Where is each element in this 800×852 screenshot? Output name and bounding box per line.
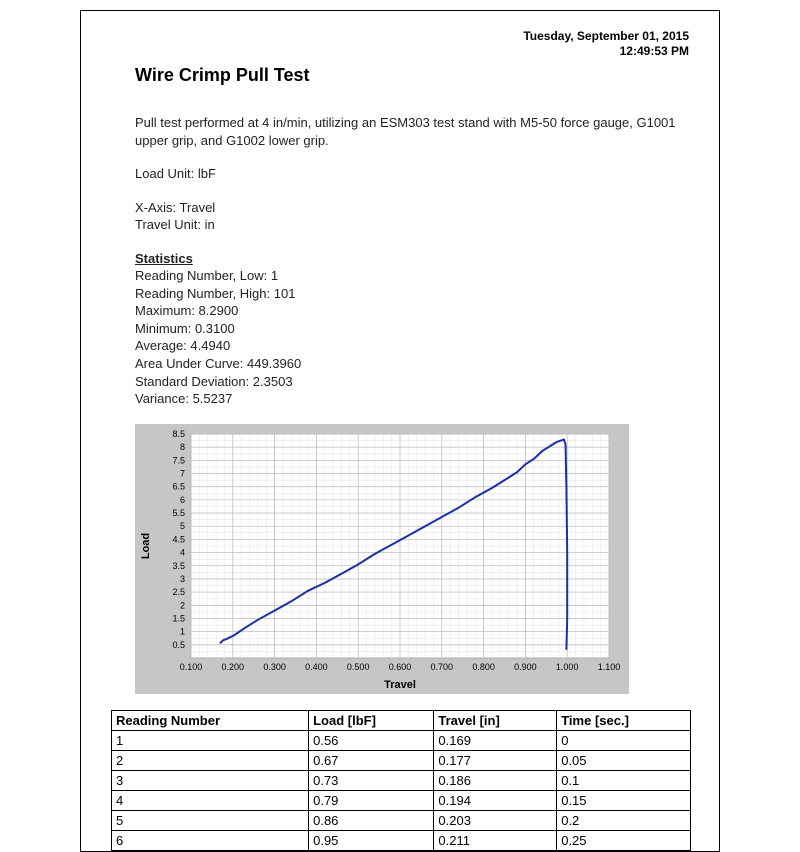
table-cell: 0.79: [309, 790, 434, 810]
table-cell: 0.86: [309, 810, 434, 830]
table-cell: 0.169: [434, 730, 557, 750]
table-cell: 6: [112, 830, 309, 850]
table-cell: 0: [557, 730, 691, 750]
time-line: 12:49:53 PM: [111, 44, 689, 59]
svg-text:5: 5: [180, 521, 185, 531]
stat-auc: Area Under Curve: 449.3960: [135, 355, 689, 373]
stat-reading-low: Reading Number, Low: 1: [135, 267, 689, 285]
chart-svg: 0.100 0.200 0.300 0.400 0.500 0.600 0.700 0.800…: [135, 424, 629, 694]
table-cell: 0.203: [434, 810, 557, 830]
table-cell: 0.211: [434, 830, 557, 850]
stat-variance: Variance: 5.5237: [135, 390, 689, 408]
table-row: 60.950.2110.25: [112, 830, 691, 850]
svg-text:4.5: 4.5: [172, 534, 185, 544]
table-cell: 0.56: [309, 730, 434, 750]
table-head: Reading Number Load [lbF] Travel [in] Ti…: [112, 710, 691, 730]
svg-text:2: 2: [180, 600, 185, 610]
statistics-block: Statistics Reading Number, Low: 1 Readin…: [135, 250, 689, 408]
svg-text:1: 1: [180, 626, 185, 636]
svg-text:0.400: 0.400: [305, 662, 328, 672]
report-body: Pull test performed at 4 in/min, utilizi…: [135, 114, 689, 408]
svg-text:8: 8: [180, 442, 185, 452]
svg-text:1.000: 1.000: [556, 662, 579, 672]
svg-text:5.5: 5.5: [172, 508, 185, 518]
svg-text:8.5: 8.5: [172, 429, 185, 439]
table-cell: 0.194: [434, 790, 557, 810]
svg-text:6: 6: [180, 495, 185, 505]
table-row: 20.670.1770.05: [112, 750, 691, 770]
table-cell: 0.2: [557, 810, 691, 830]
svg-text:7: 7: [180, 468, 185, 478]
table-cell: 0.25: [557, 830, 691, 850]
svg-text:0.800: 0.800: [472, 662, 495, 672]
table-cell: 0.67: [309, 750, 434, 770]
table-cell: 2: [112, 750, 309, 770]
table-cell: 0.186: [434, 770, 557, 790]
svg-text:0.100: 0.100: [180, 662, 203, 672]
table-row: 10.560.1690: [112, 730, 691, 750]
col-travel: Travel [in]: [434, 710, 557, 730]
table-cell: 0.177: [434, 750, 557, 770]
svg-text:3.5: 3.5: [172, 560, 185, 570]
col-time: Time [sec.]: [557, 710, 691, 730]
table-cell: 0.15: [557, 790, 691, 810]
stat-maximum: Maximum: 8.2900: [135, 302, 689, 320]
table-cell: 4: [112, 790, 309, 810]
col-reading: Reading Number: [112, 710, 309, 730]
table-cell: 0.1: [557, 770, 691, 790]
table-body: 10.560.169020.670.1770.0530.730.1860.140…: [112, 730, 691, 850]
svg-text:2.5: 2.5: [172, 587, 185, 597]
svg-text:0.500: 0.500: [347, 662, 370, 672]
table-row: 50.860.2030.2: [112, 810, 691, 830]
svg-text:0.300: 0.300: [263, 662, 286, 672]
page-title: Wire Crimp Pull Test: [135, 65, 689, 86]
intro-text: Pull test performed at 4 in/min, utilizi…: [135, 114, 689, 149]
table-cell: 0.95: [309, 830, 434, 850]
report-datetime: Tuesday, September 01, 2015 12:49:53 PM: [111, 29, 689, 59]
svg-text:Travel: Travel: [384, 679, 416, 691]
svg-text:0.700: 0.700: [431, 662, 454, 672]
data-table: Reading Number Load [lbF] Travel [in] Ti…: [111, 710, 691, 851]
table-cell: 0.05: [557, 750, 691, 770]
table-row: 30.730.1860.1: [112, 770, 691, 790]
svg-text:3: 3: [180, 574, 185, 584]
svg-text:6.5: 6.5: [172, 481, 185, 491]
table-cell: 0.73: [309, 770, 434, 790]
table-cell: 5: [112, 810, 309, 830]
svg-text:Load: Load: [140, 533, 152, 559]
travel-unit-line: Travel Unit: in: [135, 216, 689, 234]
svg-text:0.600: 0.600: [389, 662, 412, 672]
xaxis-line: X-Axis: Travel: [135, 199, 689, 217]
svg-text:4: 4: [180, 547, 185, 557]
load-travel-chart: 0.100 0.200 0.300 0.400 0.500 0.600 0.700 0.800…: [135, 424, 629, 694]
svg-text:1.100: 1.100: [598, 662, 621, 672]
stat-stddev: Standard Deviation: 2.3503: [135, 373, 689, 391]
date-line: Tuesday, September 01, 2015: [111, 29, 689, 44]
axis-block: X-Axis: Travel Travel Unit: in: [135, 199, 689, 234]
svg-text:1.5: 1.5: [172, 613, 185, 623]
stat-reading-high: Reading Number, High: 101: [135, 285, 689, 303]
stat-minimum: Minimum: 0.3100: [135, 320, 689, 338]
table-cell: 1: [112, 730, 309, 750]
table-row: 40.790.1940.15: [112, 790, 691, 810]
statistics-header: Statistics: [135, 250, 689, 268]
load-unit: Load Unit: lbF: [135, 165, 689, 183]
report-page: Tuesday, September 01, 2015 12:49:53 PM …: [80, 10, 720, 852]
table-cell: 3: [112, 770, 309, 790]
stat-average: Average: 4.4940: [135, 337, 689, 355]
svg-text:0.900: 0.900: [514, 662, 537, 672]
col-load: Load [lbF]: [309, 710, 434, 730]
svg-text:0.200: 0.200: [222, 662, 245, 672]
svg-text:0.5: 0.5: [172, 639, 185, 649]
svg-text:7.5: 7.5: [172, 455, 185, 465]
